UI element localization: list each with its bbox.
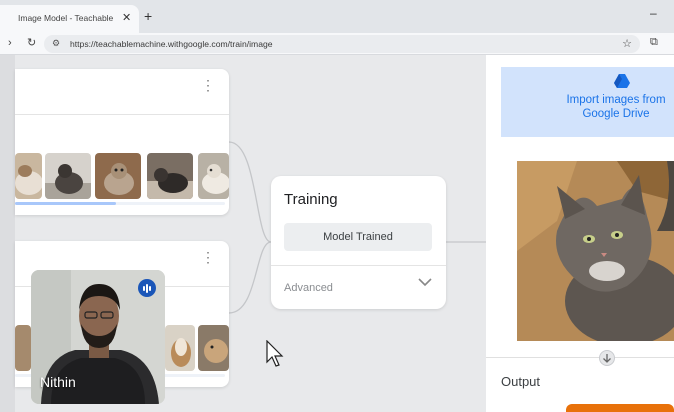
participant-name: Nithin	[40, 374, 76, 390]
training-card: Training Model Trained Advanced	[271, 176, 446, 309]
cat-sample-thumbnail[interactable]	[15, 153, 42, 199]
import-from-drive-button[interactable]: Import images from Google Drive	[501, 67, 674, 137]
tab-close-icon[interactable]: ✕	[122, 11, 131, 24]
forward-icon[interactable]: ›	[8, 36, 12, 50]
sample-thumbnails	[15, 153, 229, 201]
card-divider	[271, 265, 446, 266]
tab-title: Image Model - Teachable Machine	[18, 13, 116, 23]
google-drive-icon	[614, 74, 630, 88]
output-label: Output	[501, 374, 541, 389]
chevron-down-icon[interactable]	[418, 277, 432, 287]
cat-sample-thumbnail[interactable]	[198, 153, 229, 199]
cat-sample-thumbnail[interactable]	[45, 153, 91, 199]
cat-sample-thumbnail[interactable]	[95, 153, 141, 199]
reload-icon[interactable]: ↻	[27, 36, 36, 50]
url-text[interactable]: https://teachablemachine.withgoogle.com/…	[70, 39, 273, 49]
samples-scroll-thumb[interactable]	[15, 202, 116, 205]
export-model-button[interactable]	[566, 404, 674, 412]
dog-sample-thumbnail[interactable]	[165, 325, 195, 371]
arrow-down-icon[interactable]	[599, 350, 615, 366]
panel-divider	[486, 357, 674, 358]
preview-panel: Import images from Google Drive Output	[486, 55, 674, 412]
more-options-icon[interactable]: ⋮	[201, 250, 215, 264]
import-label: Import images from Google Drive	[566, 94, 666, 120]
site-info-icon[interactable]: ⚙	[52, 38, 60, 49]
window-minimize-button[interactable]: –	[650, 6, 657, 20]
audio-level-icon	[138, 279, 156, 297]
card-divider	[15, 114, 229, 115]
more-options-icon[interactable]: ⋮	[201, 78, 215, 92]
cat-sample-thumbnail[interactable]	[147, 153, 193, 199]
left-panel-edge	[0, 55, 15, 412]
new-tab-button[interactable]: +	[144, 9, 152, 23]
training-title: Training	[284, 191, 338, 208]
mouse-cursor-icon	[266, 340, 284, 367]
bookmark-star-icon[interactable]: ☆	[622, 37, 632, 50]
advanced-label[interactable]: Advanced	[284, 282, 333, 294]
webcam-overlay: Nithin	[31, 270, 165, 404]
model-trained-button[interactable]: Model Trained	[284, 223, 432, 251]
dog-sample-thumbnail[interactable]	[198, 325, 229, 371]
tab-strip: Image Model - Teachable Machine ✕ + –	[0, 0, 674, 33]
url-omnibox[interactable]: ⚙ https://teachablemachine.withgoogle.co…	[44, 35, 640, 53]
browser-tab-active[interactable]: Image Model - Teachable Machine ✕	[0, 5, 139, 33]
address-bar: › ↻ ⚙ https://teachablemachine.withgoogl…	[0, 33, 674, 55]
extensions-icon[interactable]: ⧉	[650, 36, 658, 49]
class-card-1: ⋮	[15, 69, 229, 215]
dog-sample-thumbnail[interactable]	[15, 325, 31, 371]
input-preview-image	[517, 161, 674, 341]
